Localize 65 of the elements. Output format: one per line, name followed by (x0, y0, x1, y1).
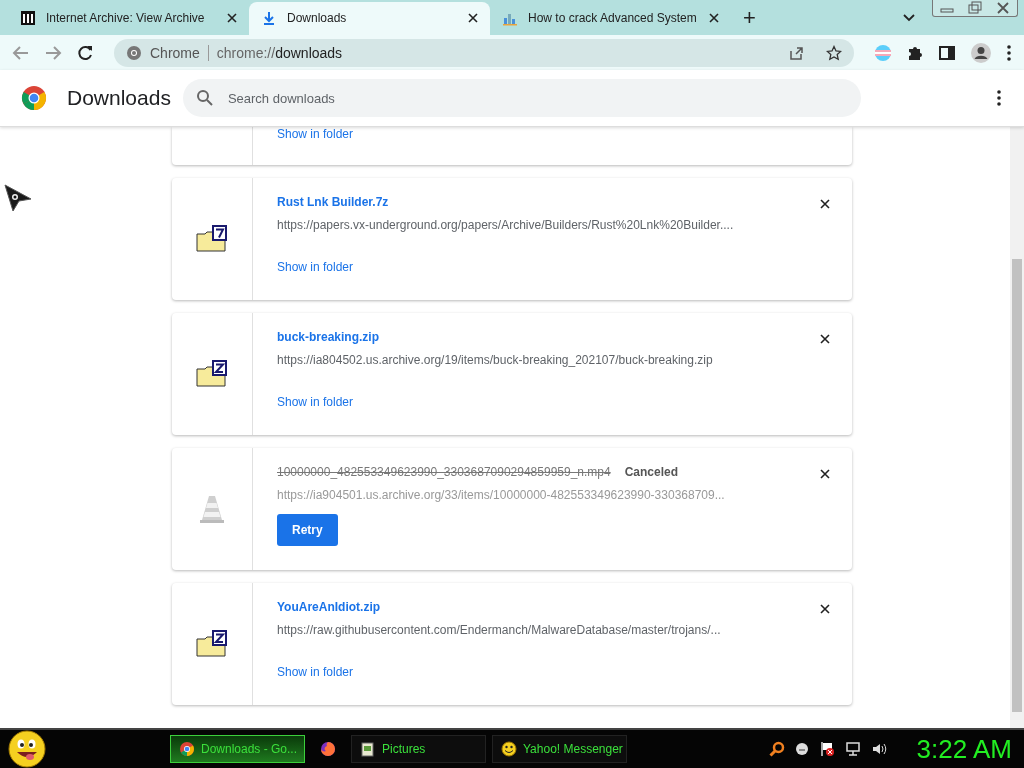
cursor-icon (3, 183, 33, 213)
reload-icon[interactable] (76, 43, 94, 62)
show-in-folder-link[interactable]: Show in folder (277, 260, 354, 274)
close-icon[interactable] (818, 197, 832, 211)
tab-title: How to crack Advanced System (528, 10, 697, 25)
show-in-folder-link[interactable]: Show in folder (277, 665, 354, 679)
archive-file-icon (196, 360, 228, 388)
close-icon[interactable] (707, 10, 721, 25)
file-name-link[interactable]: buck-breaking.zip (277, 330, 380, 344)
taskbar-button[interactable]: Pictures (351, 735, 486, 763)
star-icon[interactable] (826, 44, 842, 61)
site-label: Chrome (150, 44, 200, 61)
taskbar-button[interactable]: Downloads - Go... (170, 735, 305, 763)
url-text: chrome://downloads (216, 44, 343, 61)
network-icon[interactable] (844, 741, 861, 757)
side-panel-icon[interactable] (938, 43, 956, 62)
close-icon[interactable] (818, 332, 832, 346)
chrome-icon (126, 44, 142, 61)
window-controls[interactable] (932, 0, 1018, 17)
share-icon[interactable] (788, 44, 804, 61)
search-icon (195, 89, 214, 107)
more-icon[interactable] (1006, 43, 1012, 62)
back-icon[interactable] (12, 43, 30, 62)
traffic-cone-icon (199, 494, 225, 524)
search-icon[interactable] (768, 741, 785, 757)
taskbar-button[interactable]: Yahoo! Messenger (492, 735, 627, 763)
file-name: 10000000_482553349623990_3303687090294859959_n.mp4 (277, 465, 611, 479)
close-icon[interactable] (466, 10, 480, 25)
tab-title: Downloads (287, 10, 348, 25)
chrome-icon (179, 741, 195, 757)
show-in-folder-link[interactable]: Show in folder (277, 395, 354, 409)
close-icon[interactable] (818, 467, 832, 481)
show-in-folder-link[interactable]: Show in folder (277, 127, 354, 141)
source-url: https://ia804502.us.archive.org/19/items/buck-breaking_202107/buck-breaking.zip (277, 353, 713, 367)
file-name-link[interactable]: Rust Lnk Builder.7z (277, 195, 389, 209)
firefox-icon (320, 741, 336, 757)
search-field[interactable]: Search downloads (182, 79, 861, 117)
archive-file-icon (196, 225, 228, 253)
page-title: Downloads (67, 86, 171, 110)
close-icon[interactable] (818, 602, 832, 616)
new-tab-button[interactable]: + (731, 4, 768, 31)
tab-title: Internet Archive: View Archive (46, 10, 206, 25)
browser-tab[interactable]: How to crack Advanced System (490, 2, 731, 35)
retry-button[interactable]: Retry (277, 514, 338, 546)
chrome-logo (21, 85, 47, 111)
forward-icon[interactable] (44, 43, 62, 62)
volume-icon[interactable] (870, 741, 887, 757)
download-icon (261, 9, 277, 26)
scrollbar[interactable] (1010, 127, 1024, 728)
address-bar[interactable]: Chrome chrome://downloads (114, 38, 854, 67)
museum-icon (20, 9, 36, 26)
folder-icon (360, 741, 376, 757)
browser-tab[interactable]: Internet Archive: View Archive (8, 2, 249, 35)
source-url: https://raw.githubusercontent.com/Endermanch/MalwareDatabase/master/trojans/... (277, 623, 721, 637)
file-name-link[interactable]: YouAreAnIdiot.zip (277, 600, 381, 614)
clock-text[interactable]: 3:22 AM (916, 733, 1012, 765)
close-icon[interactable] (225, 10, 239, 25)
source-url: https://ia904501.us.archive.org/33/items/10000000-482553349623990-330368709... (277, 488, 725, 502)
download-status: Canceled (624, 465, 679, 479)
more-icon[interactable] (996, 89, 1002, 107)
profile-icon[interactable] (970, 41, 992, 64)
browser-tab[interactable]: Downloads (249, 2, 490, 35)
flag-icon[interactable] (818, 741, 835, 757)
source-url: https://papers.vx-underground.org/papers/Archive/Builders/Rust%20Lnk%20Builder.... (277, 218, 734, 232)
archive-file-icon (196, 630, 228, 658)
